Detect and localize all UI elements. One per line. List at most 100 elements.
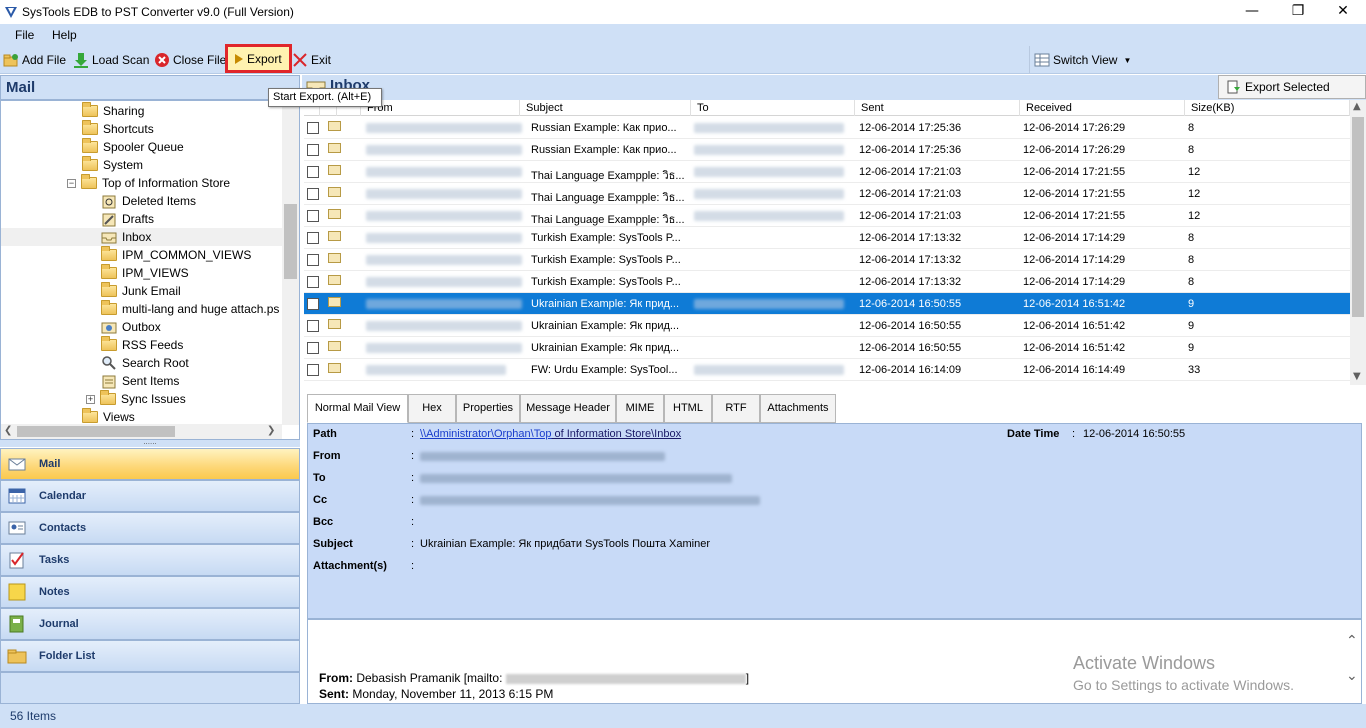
tab-message-header[interactable]: Message Header <box>520 394 616 423</box>
close-file-button[interactable]: Close File <box>154 51 226 69</box>
menu-help[interactable]: Help <box>52 28 77 42</box>
nav-notes[interactable]: Notes <box>0 576 300 608</box>
tree-horizontal-scrollbar[interactable]: ❮ ❯ <box>1 424 282 439</box>
row-checkbox[interactable] <box>307 188 319 200</box>
scroll-down-icon[interactable]: ⌄ <box>1346 668 1358 684</box>
nav-calendar[interactable]: Calendar <box>0 480 300 512</box>
scroll-thumb[interactable] <box>17 426 175 437</box>
row-checkbox[interactable] <box>307 342 319 354</box>
tree-item-rss-feeds[interactable]: RSS Feeds <box>101 336 183 354</box>
table-row[interactable]: Turkish Example: SysTools P... 12-06-2014… <box>304 249 1350 271</box>
tab-normal-mail-view[interactable]: Normal Mail View <box>307 394 408 423</box>
export-button[interactable]: Export <box>225 44 292 73</box>
cell-subject: Thai Language Exampple: วิธ... <box>531 214 685 226</box>
table-row[interactable]: FW: Urdu Example: SysTool... 12-06-2014 1… <box>304 359 1350 381</box>
tree-item-top-of-information-store[interactable]: − Top of Information Store <box>67 174 230 192</box>
tab-html[interactable]: HTML <box>664 394 712 423</box>
tree-item-label: multi-lang and huge attach.ps <box>122 302 280 316</box>
table-row[interactable]: Russian Example: Как прио... 12-06-2014 1… <box>304 139 1350 161</box>
row-checkbox[interactable] <box>307 254 319 266</box>
grid-vertical-scrollbar[interactable]: ▲ ▼ <box>1350 100 1366 385</box>
minimize-button[interactable]: — <box>1229 0 1275 24</box>
row-checkbox[interactable] <box>307 144 319 156</box>
tree-item-ipm-common-views[interactable]: IPM_COMMON_VIEWS <box>101 246 251 264</box>
table-row[interactable]: Ukrainian Example: Як прид... 12-06-2014 … <box>304 293 1350 315</box>
scroll-up-icon[interactable]: ▲ <box>1353 101 1361 112</box>
row-checkbox[interactable] <box>307 166 319 178</box>
scroll-thumb[interactable] <box>284 204 297 279</box>
tree-item-shortcuts[interactable]: Shortcuts <box>82 120 154 138</box>
tree-item-system[interactable]: System <box>82 156 143 174</box>
column-size[interactable]: Size(KB) <box>1185 100 1350 116</box>
nav-contacts[interactable]: Contacts <box>0 512 300 544</box>
column-received[interactable]: Received <box>1020 100 1185 116</box>
contacts-icon <box>8 521 26 535</box>
tree-item-spooler-queue[interactable]: Spooler Queue <box>82 138 184 156</box>
tab-attachments[interactable]: Attachments <box>760 394 836 423</box>
tree-item-sent-items[interactable]: Sent Items <box>101 372 179 390</box>
tree-item-junk-email[interactable]: Junk Email <box>101 282 181 300</box>
scroll-up-icon[interactable]: ⌃ <box>1346 633 1358 649</box>
exit-button[interactable]: Exit <box>292 51 331 69</box>
tree-item-sync-issues[interactable]: + Sync Issues <box>86 390 186 408</box>
table-row[interactable]: Thai Language Exampple: วิธ... 12-06-2014… <box>304 205 1350 227</box>
tree-item-inbox[interactable]: Inbox <box>1 228 283 246</box>
tab-properties[interactable]: Properties <box>456 394 520 423</box>
scroll-down-icon[interactable]: ▼ <box>1353 371 1361 382</box>
nav-folder-list[interactable]: Folder List <box>0 640 300 672</box>
tree-item-label: Sent Items <box>122 374 180 388</box>
message-body-preview[interactable]: From: Debasish Pramanik [mailto: ] Sent:… <box>307 619 1362 704</box>
tab-mime[interactable]: MIME <box>616 394 664 423</box>
column-subject[interactable]: Subject <box>520 100 691 116</box>
nav-mail[interactable]: Mail <box>0 448 300 480</box>
table-row[interactable]: Turkish Example: SysTools P... 12-06-2014… <box>304 227 1350 249</box>
menu-file[interactable]: File <box>15 28 34 42</box>
path-link[interactable]: \\Administrator\Orphan\Top <box>420 428 551 440</box>
expand-icon[interactable]: + <box>86 394 95 404</box>
nav-tasks[interactable]: Tasks <box>0 544 300 576</box>
switch-view-button[interactable]: Switch View ▼ <box>1034 51 1131 69</box>
row-checkbox[interactable] <box>307 232 319 244</box>
cell-size: 8 <box>1188 276 1195 288</box>
tree-vertical-scrollbar[interactable] <box>282 100 299 425</box>
tree-item-ipm-views[interactable]: IPM_VIEWS <box>101 264 189 282</box>
table-row[interactable]: Russian Example: Как прио... 12-06-2014 1… <box>304 117 1350 139</box>
export-selected-button[interactable]: Export Selected <box>1218 75 1366 99</box>
table-row[interactable]: Turkish Example: SysTools P... 12-06-2014… <box>304 271 1350 293</box>
column-sent[interactable]: Sent <box>855 100 1020 116</box>
row-checkbox[interactable] <box>307 210 319 222</box>
row-checkbox[interactable] <box>307 298 319 310</box>
tree-item-drafts[interactable]: Drafts <box>101 210 154 228</box>
tree-item-multi-lang[interactable]: multi-lang and huge attach.ps <box>101 300 279 318</box>
add-file-button[interactable]: Add File <box>3 51 66 69</box>
tree-item-search-root[interactable]: Search Root <box>101 354 189 372</box>
column-to[interactable]: To <box>691 100 855 116</box>
pane-splitter[interactable]: ...... <box>0 438 300 447</box>
scroll-thumb[interactable] <box>1352 117 1364 317</box>
column-from[interactable]: From <box>361 100 520 116</box>
tree-item-sharing[interactable]: Sharing <box>82 102 144 120</box>
load-scan-button[interactable]: Load Scan <box>73 51 149 69</box>
body-vertical-scrollbar[interactable]: ⌃ ⌄ <box>1343 624 1360 688</box>
table-row[interactable]: Thai Language Exampple: วิธ... 12-06-2014… <box>304 161 1350 183</box>
path-value[interactable]: \\Administrator\Orphan\Top of Informatio… <box>420 428 681 440</box>
row-checkbox[interactable] <box>307 320 319 332</box>
table-row[interactable]: Ukrainian Example: Як прид... 12-06-2014 … <box>304 337 1350 359</box>
table-row[interactable]: Ukrainian Example: Як прид... 12-06-2014 … <box>304 315 1350 337</box>
collapse-icon[interactable]: − <box>67 178 76 188</box>
maximize-button[interactable]: ❐ <box>1275 0 1321 24</box>
tab-rtf[interactable]: RTF <box>712 394 760 423</box>
scroll-right-icon[interactable]: ❯ <box>267 425 275 436</box>
row-checkbox[interactable] <box>307 122 319 134</box>
path-link-rest[interactable]: of Information Store\Inbox <box>551 428 682 440</box>
date-time-value: 12-06-2014 16:50:55 <box>1083 428 1186 440</box>
tree-item-deleted-items[interactable]: Deleted Items <box>101 192 196 210</box>
row-checkbox[interactable] <box>307 364 319 376</box>
scroll-left-icon[interactable]: ❮ <box>4 425 12 436</box>
tree-item-outbox[interactable]: Outbox <box>101 318 161 336</box>
row-checkbox[interactable] <box>307 276 319 288</box>
close-window-button[interactable]: ✕ <box>1320 0 1366 24</box>
tab-hex[interactable]: Hex <box>408 394 456 423</box>
table-row[interactable]: Thai Language Exampple: วิธ... 12-06-2014… <box>304 183 1350 205</box>
nav-journal[interactable]: Journal <box>0 608 300 640</box>
